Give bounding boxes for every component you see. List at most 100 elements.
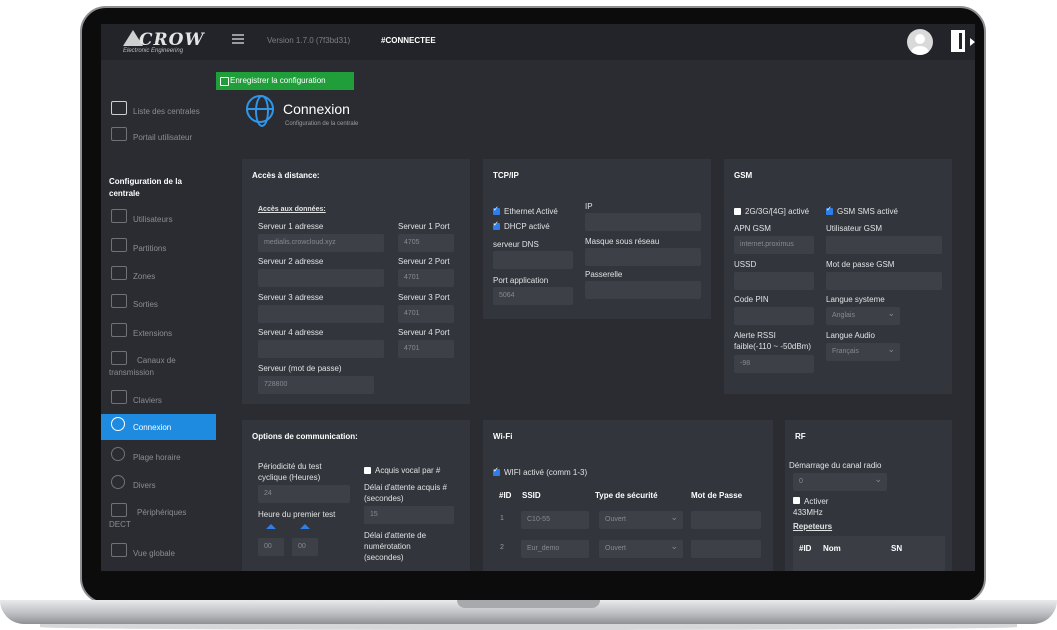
dns-input[interactable] <box>493 251 573 269</box>
pin-label: Code PIN <box>734 295 769 304</box>
redial-delay-label-line3: (secondes) <box>364 553 404 562</box>
period-input[interactable]: 24 <box>258 485 350 503</box>
pin-input[interactable] <box>734 307 814 325</box>
wifi-enabled-checkbox[interactable] <box>493 466 500 476</box>
sidebar-item-plage-horaire[interactable]: Plage horaire <box>101 444 216 470</box>
minute-increment-icon[interactable] <box>300 524 310 529</box>
sidebar-item-canaux[interactable]: Canaux de transmission <box>101 348 216 382</box>
server3-address-label: Serveur 3 adresse <box>258 293 324 302</box>
gsm-password-input[interactable] <box>826 272 942 290</box>
server3-port-input[interactable]: 4701 <box>398 305 454 323</box>
system-language-label: Langue systeme <box>826 295 885 304</box>
ack-delay-input[interactable]: 15 <box>364 506 454 524</box>
gsm-panel: GSM 2G/3G/[4G] activé GSM SMS activé APN… <box>724 159 952 394</box>
hour-input[interactable]: 00 <box>258 538 284 556</box>
gsm-user-input[interactable] <box>826 236 942 254</box>
sidebar-item-label: Sorties <box>133 300 158 309</box>
crow-logo[interactable]: CROW Electronic Engineering <box>117 28 204 58</box>
sidebar-item-label: Utilisateurs <box>133 215 173 224</box>
lock-icon <box>111 238 127 252</box>
app-screen: CROW Electronic Engineering Version 1.7.… <box>101 24 975 571</box>
radio-channel-select[interactable]: 0 <box>793 473 887 491</box>
server3-address-input[interactable] <box>258 305 384 323</box>
sidebar-item-dect[interactable]: Périphériques DECT <box>101 500 216 534</box>
sidebar-item-partitions[interactable]: Partitions <box>101 235 216 261</box>
wifi-row1-ssid-input[interactable]: C10-55 <box>521 511 589 529</box>
server4-address-input[interactable] <box>258 340 384 358</box>
ethernet-checkbox[interactable] <box>493 205 500 215</box>
chart-icon <box>111 543 127 557</box>
hamburger-menu-icon[interactable] <box>232 34 244 44</box>
server4-port-label: Serveur 4 Port <box>398 328 450 337</box>
wifi-row1-security-select[interactable]: Ouvert <box>599 511 683 529</box>
wifi-row2-security-select[interactable]: Ouvert <box>599 540 683 558</box>
sidebar-item-connexion[interactable]: Connexion <box>101 414 216 440</box>
ack-delay-label-line1: Délai d'attente acquis # <box>364 483 447 492</box>
sidebar-item-liste-centrales[interactable]: Liste des centrales <box>101 98 216 124</box>
page-subtitle: Configuration de la centrale <box>285 121 359 127</box>
vocal-ack-checkbox[interactable] <box>364 467 371 474</box>
sidebar-item-portail[interactable]: Portail utilisateur <box>101 124 216 150</box>
dhcp-label: DHCP activé <box>504 222 550 231</box>
ip-input[interactable] <box>585 213 701 231</box>
user-avatar-icon[interactable] <box>907 29 933 55</box>
period-label-line2: cyclique (Heures) <box>258 473 321 482</box>
sidebar-item-vue-globale[interactable]: Vue globale <box>101 540 216 566</box>
system-language-select[interactable]: Anglais <box>826 307 900 325</box>
repeaters-link[interactable]: Repeteurs <box>793 521 832 532</box>
activate-label: Activer <box>804 497 829 506</box>
rssi-input[interactable]: -98 <box>734 355 814 373</box>
hour-increment-icon[interactable] <box>266 524 276 529</box>
panel-title: RF <box>795 432 806 441</box>
sidebar-item-utilisateurs[interactable]: Utilisateurs <box>101 206 216 232</box>
activate-433-checkbox[interactable] <box>793 497 800 504</box>
remote-access-panel: Accès à distance: Accès aux données: Ser… <box>242 159 470 404</box>
top-bar: CROW Electronic Engineering Version 1.7.… <box>101 24 975 60</box>
apn-label: APN GSM <box>734 224 771 233</box>
server1-port-input[interactable]: 4705 <box>398 234 454 252</box>
app-port-input[interactable]: 5064 <box>493 287 573 305</box>
wifi-row2-id: 2 <box>500 544 504 551</box>
toggle-icon <box>111 294 127 308</box>
ack-delay-label-line2: (secondes) <box>364 494 404 503</box>
wifi-header-password: Mot de Passe <box>691 491 743 500</box>
version-label: Version 1.7.0 (7f3bd31) <box>267 36 351 45</box>
users-icon <box>111 209 127 223</box>
minute-input[interactable]: 00 <box>292 538 318 556</box>
panel-title: Options de communication: <box>252 432 358 441</box>
server2-address-input[interactable] <box>258 269 384 287</box>
sidebar-item-extensions[interactable]: Extensions <box>101 320 216 346</box>
wifi-row1-password-input[interactable] <box>691 511 761 529</box>
logout-icon[interactable] <box>951 30 975 52</box>
gsm-gen-checkbox[interactable] <box>734 208 741 215</box>
subnet-mask-input[interactable] <box>585 248 701 266</box>
dns-label: serveur DNS <box>493 240 539 249</box>
wifi-panel: Wi-Fi WIFI activé (comm 1-3) #ID SSID Ty… <box>483 420 773 571</box>
clock-icon <box>111 447 125 461</box>
ethernet-label: Ethernet Activé <box>504 207 558 216</box>
wifi-header-ssid: SSID <box>522 491 541 500</box>
sidebar: Liste des centrales Portail utilisateur … <box>101 60 216 571</box>
save-configuration-button[interactable]: Enregistrer la configuration <box>216 72 354 90</box>
sidebar-item-divers[interactable]: Divers <box>101 472 216 498</box>
audio-language-select[interactable]: Français <box>826 343 900 361</box>
server1-address-input[interactable]: medialis.crowcloud.xyz <box>258 234 384 252</box>
dhcp-checkbox[interactable] <box>493 220 500 230</box>
subnet-mask-label: Masque sous réseau <box>585 237 660 246</box>
apn-input[interactable]: internet.proximus <box>734 236 814 254</box>
ussd-input[interactable] <box>734 272 814 290</box>
sidebar-item-sorties[interactable]: Sorties <box>101 291 216 317</box>
sidebar-item-zones[interactable]: Zones <box>101 263 216 289</box>
server2-address-label: Serveur 2 adresse <box>258 257 324 266</box>
wifi-row2-ssid-input[interactable]: Eur_demo <box>521 540 589 558</box>
sidebar-item-label: Extensions <box>133 329 173 338</box>
sidebar-item-claviers[interactable]: Claviers <box>101 387 216 413</box>
server2-port-input[interactable]: 4701 <box>398 269 454 287</box>
gateway-input[interactable] <box>585 281 701 299</box>
server4-port-input[interactable]: 4701 <box>398 340 454 358</box>
server-password-input[interactable]: 728800 <box>258 376 374 394</box>
sidebar-item-label: Plage horaire <box>133 453 181 462</box>
gsm-sms-checkbox[interactable] <box>826 205 833 215</box>
wifi-row2-password-input[interactable] <box>691 540 761 558</box>
gsm-user-label: Utilisateur GSM <box>826 224 883 233</box>
